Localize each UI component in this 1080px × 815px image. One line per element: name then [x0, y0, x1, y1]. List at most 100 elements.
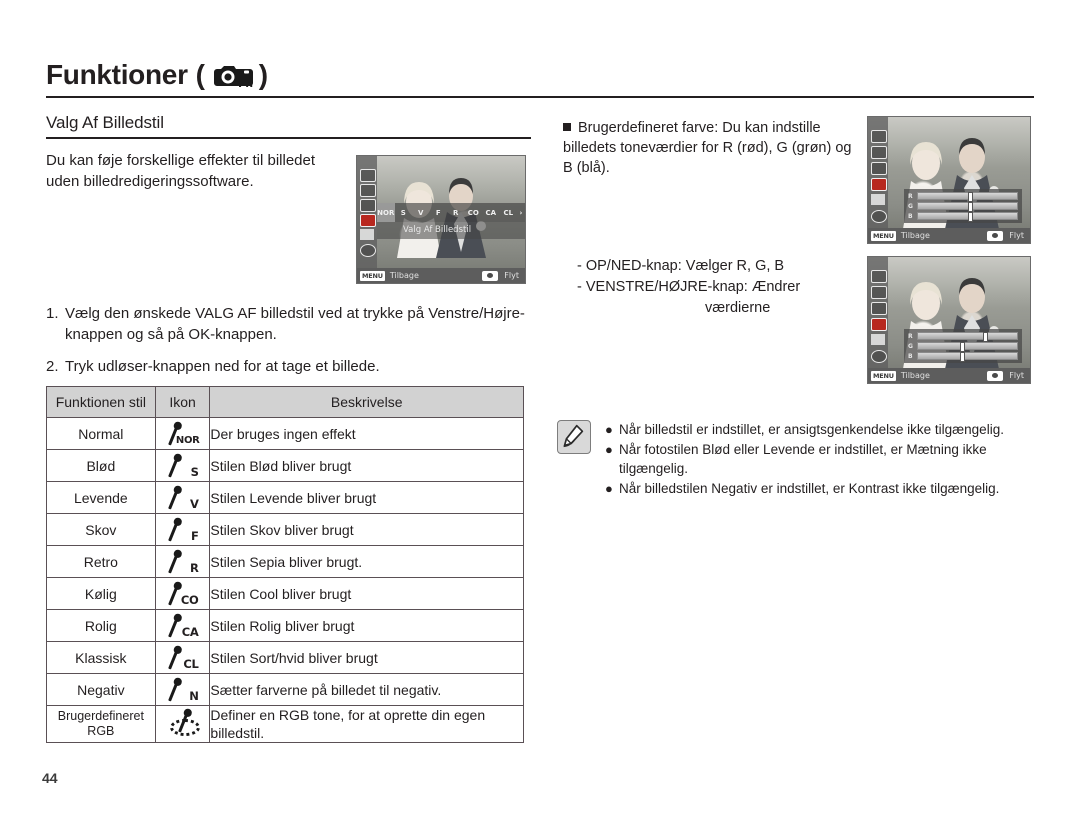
lcd-icon-histogram[interactable] — [360, 229, 374, 240]
rgb-slider-row[interactable]: B — [908, 352, 1018, 362]
lcd-back-label: Tilbage — [900, 231, 930, 240]
cell-icon: F — [154, 513, 211, 546]
rgb-slider-row[interactable]: R — [908, 192, 1018, 202]
rgb-slider-knob[interactable] — [967, 202, 973, 212]
rgb-slider-track[interactable] — [917, 202, 1018, 212]
bullet-dot-icon: ● — [605, 442, 613, 457]
table-row: Klassisk CL Stilen Sort/hvid bliver brug… — [46, 641, 524, 674]
lcd-style-r[interactable]: R — [447, 209, 465, 217]
lcd-icon-image-adjust[interactable] — [360, 244, 376, 257]
lcd-icon-af-area[interactable] — [871, 130, 887, 143]
cell-style: Brugerdefineret RGB — [46, 705, 156, 743]
page-title-text: Funktioner — [46, 59, 188, 90]
lcd-style-more-arrow-icon[interactable]: › — [517, 209, 525, 217]
style-pencil-nor-icon: NOR — [166, 422, 200, 446]
lcd-icon-picture-style[interactable] — [360, 214, 376, 227]
lcd-left-toolbar[interactable] — [868, 117, 888, 243]
rgb-channel-label: G — [908, 342, 913, 350]
lcd-style-ca[interactable]: CA — [482, 209, 500, 217]
lcd-icon-af-area[interactable] — [871, 270, 887, 283]
lcd-icon-image-adjust[interactable] — [871, 350, 887, 363]
column-header-icon: Ikon — [154, 386, 211, 418]
lcd-icon-quality[interactable] — [360, 199, 376, 212]
lcd-style-s[interactable]: S — [395, 209, 413, 217]
rgb-slider-track[interactable] — [917, 342, 1018, 352]
step-number: 1. — [46, 305, 59, 322]
lcd-style-icon-row[interactable]: NOR S V F R CO CA CL › — [377, 203, 525, 222]
lcd-rgb-sliders[interactable]: R G B — [904, 189, 1022, 223]
header-rule — [46, 96, 1034, 98]
cell-icon: CL — [154, 641, 211, 674]
style-pencil-retro-icon: R — [166, 550, 200, 574]
cell-description: Definer en RGB tone, for at oprette din … — [209, 705, 524, 743]
lcd-icon-quality[interactable] — [871, 302, 887, 315]
cell-style: Blød — [46, 449, 156, 482]
lcd-icon-picture-style[interactable] — [871, 178, 887, 191]
column-header-style: Funktionen stil — [46, 386, 156, 418]
lcd-icon-picture-style[interactable] — [871, 318, 887, 331]
leftright-button-line: - VENSTRE/HØJRE-knap: Ændrer — [577, 279, 801, 295]
lcd-ok-key-icon[interactable] — [987, 230, 1004, 241]
lcd-rgb-sliders[interactable]: R G B — [904, 329, 1022, 363]
paren-close: ) — [258, 59, 268, 90]
lcd-style-cl[interactable]: CL — [500, 209, 518, 217]
lcd-icon-af-area[interactable] — [360, 169, 376, 182]
button-instructions: - OP/NED-knap: Vælger R, G, B - VENSTRE/… — [577, 256, 867, 319]
lcd-ok-key-icon[interactable] — [987, 370, 1004, 381]
cell-description: Der bruges ingen effekt — [209, 417, 524, 450]
rgb-slider-row[interactable]: G — [908, 342, 1018, 352]
rgb-slider-track[interactable] — [917, 212, 1018, 222]
rgb-slider-knob[interactable] — [967, 212, 973, 222]
style-pencil-vivid-icon: V — [166, 486, 200, 510]
table-row: Levende V Stilen Levende bliver brugt — [46, 481, 524, 514]
column-header-description: Beskrivelse — [209, 386, 524, 418]
rgb-slider-row[interactable]: G — [908, 202, 1018, 212]
lcd-move-label: Flyt — [504, 271, 519, 280]
cell-description: Stilen Rolig bliver brugt — [209, 609, 524, 642]
cell-description: Stilen Blød bliver brugt — [209, 449, 524, 482]
lcd-ok-key-icon[interactable] — [482, 270, 499, 281]
style-pencil-negative-icon: N — [166, 678, 200, 702]
paren-open: ( — [195, 59, 205, 90]
note-text: Når fotostilen Blød eller Levende er ind… — [619, 442, 987, 476]
lcd-icon-size[interactable] — [871, 286, 887, 299]
section-rule — [46, 137, 531, 139]
rgb-slider-knob[interactable] — [967, 192, 973, 202]
style-pencil-soft-icon: S — [166, 454, 200, 478]
lcd-icon-image-adjust[interactable] — [871, 210, 887, 223]
table-header-row: Funktionen stil Ikon Beskrivelse — [46, 386, 524, 418]
lcd-style-f[interactable]: F — [430, 209, 448, 217]
lcd-style-co[interactable]: CO — [465, 209, 483, 217]
table-row: Retro R Stilen Sepia bliver brugt. — [46, 545, 524, 578]
lcd-left-toolbar[interactable] — [357, 156, 377, 283]
rgb-slider-track[interactable] — [917, 192, 1018, 202]
cell-style: Skov — [46, 513, 156, 546]
lcd-icon-size[interactable] — [360, 184, 376, 197]
page-title: Funktioner ( Fn ) — [46, 58, 1034, 92]
rgb-slider-knob[interactable] — [959, 352, 965, 362]
rgb-slider-knob[interactable] — [983, 332, 989, 342]
lcd-menu-key[interactable]: MENU — [360, 270, 385, 281]
lcd-menu-key[interactable]: MENU — [871, 230, 896, 241]
lcd-icon-size[interactable] — [871, 146, 887, 159]
lcd-left-toolbar[interactable] — [868, 257, 888, 383]
rgb-slider-track[interactable] — [917, 352, 1018, 362]
rgb-slider-row[interactable]: B — [908, 212, 1018, 222]
lcd-menu-label: Valg Af Billedstil — [377, 222, 525, 239]
camera-lcd-rgb-2: R G B MENU Tilbage Flyt — [867, 256, 1031, 384]
rgb-slider-track[interactable] — [917, 332, 1018, 342]
lcd-icon-histogram[interactable] — [871, 334, 885, 345]
intro-paragraph: Du kan føje forskellige effekter til bil… — [46, 152, 316, 190]
camera-lcd-style-select: NOR S V F R CO CA CL › Valg Af Billedsti… — [356, 155, 526, 284]
lcd-style-nor[interactable]: NOR — [377, 203, 395, 222]
lcd-style-v[interactable]: V — [412, 209, 430, 217]
rgb-slider-knob[interactable] — [959, 342, 965, 352]
updown-button-line: - OP/NED-knap: Vælger R, G, B — [577, 258, 785, 274]
lcd-menu-key[interactable]: MENU — [871, 370, 896, 381]
lcd-move-label: Flyt — [1009, 231, 1024, 240]
rgb-slider-row[interactable]: R — [908, 332, 1018, 342]
lcd-icon-histogram[interactable] — [871, 194, 885, 205]
lcd-icon-quality[interactable] — [871, 162, 887, 175]
manual-page: Funktioner ( Fn ) Valg Af Billedstil Du … — [0, 0, 1080, 815]
note-text: Når billedstil er indstillet, er ansigts… — [619, 422, 1004, 437]
